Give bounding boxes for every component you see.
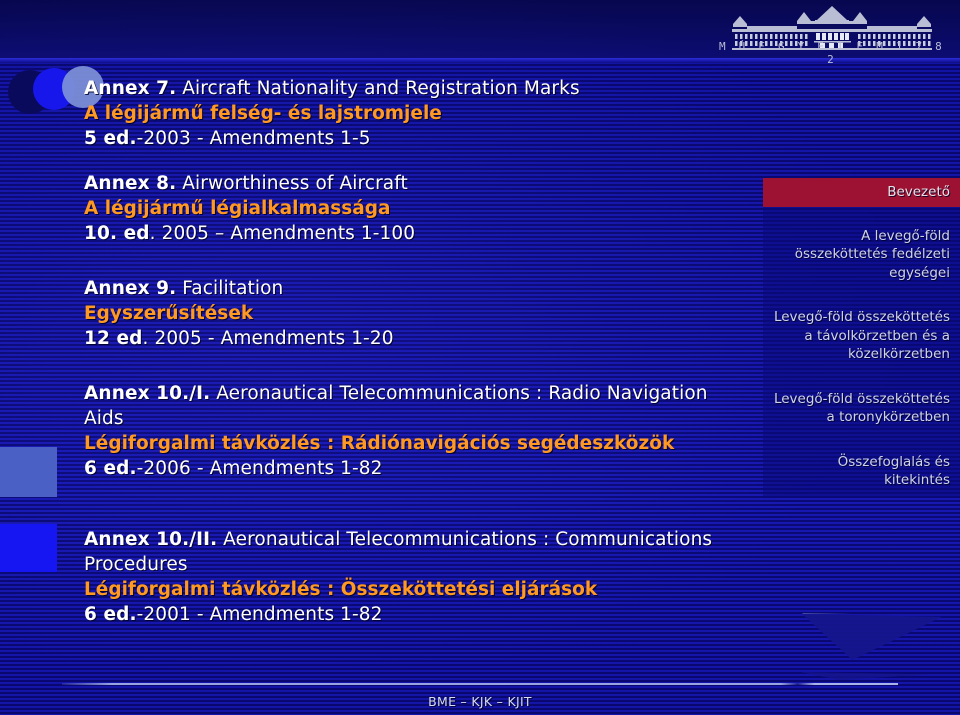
annex-10-I-edition: 6 ed.-2006 - Amendments 1-82 — [84, 456, 714, 481]
annex-9-number: Annex 9. — [84, 278, 177, 299]
annex-8-edition: 10. ed. 2005 – Amendments 1-100 — [84, 221, 714, 246]
sidebar-item-osszefoglalas-kitekintes[interactable]: Összefoglalás és kitekintés — [763, 449, 960, 494]
annex-10-I-english: Annex 10./I. Aeronautical Telecommunicat… — [84, 381, 714, 431]
annex-7-edition-number: 5 ed. — [84, 128, 137, 149]
annex-10-II-edition-detail: -2001 - Amendments 1-82 — [136, 604, 383, 625]
logo-wordmark: M Ú E G Y E T E M 1 7 8 2 — [719, 40, 945, 66]
annex-9-edition-detail: . 2005 - Amendments 1-20 — [142, 328, 394, 349]
sidebar-item-toronykorzet[interactable]: Levegő-föld összeköttetés a toronykörzet… — [763, 386, 960, 431]
annex-8-english: Annex 8. Airworthiness of Aircraft — [84, 171, 714, 196]
annex-8-edition-detail: . 2005 – Amendments 1-100 — [149, 223, 416, 244]
annex-10-II-edition-number: 6 ed. — [84, 604, 137, 625]
annex-8-hungarian: A légijármű légialkalmassága — [84, 198, 391, 219]
sidebar-item-fedelzeti-egysegei[interactable]: A levegő-föld összeköttetés fedélzeti eg… — [763, 223, 960, 287]
decor-rectangle-light — [0, 447, 57, 497]
annex-7-title-en: Aircraft Nationality and Registration Ma… — [176, 78, 580, 99]
annex-10-II-edition: 6 ed.-2001 - Amendments 1-82 — [84, 602, 714, 627]
annex-10-I-hungarian: Légiforgalmi távközlés : Rádiónavigációs… — [84, 433, 675, 454]
annex-7-number: Annex 7. — [84, 78, 177, 99]
annex-9-edition: 12 ed. 2005 - Amendments 1-20 — [84, 326, 714, 351]
decor-rectangle-bright — [0, 524, 57, 572]
annex-block-7: Annex 7. Aircraft Nationality and Regist… — [84, 76, 714, 151]
annex-9-edition-number: 12 ed — [84, 328, 143, 349]
annex-10-I-edition-detail: -2006 - Amendments 1-82 — [136, 458, 383, 479]
annex-9-title-en: Facilitation — [176, 278, 284, 299]
annex-7-edition: 5 ed.-2003 - Amendments 1-5 — [84, 126, 714, 151]
annex-block-8: Annex 8. Airworthiness of Aircraft A lég… — [84, 171, 714, 246]
annex-10-II-english: Annex 10./II. Aeronautical Telecommunica… — [84, 527, 714, 577]
annex-8-title-en: Airworthiness of Aircraft — [176, 173, 408, 194]
annex-7-hungarian: A légijármű felség- és lajstromjele — [84, 103, 442, 124]
annex-9-english: Annex 9. Facilitation — [84, 276, 714, 301]
annex-block-9: Annex 9. Facilitation Egyszerűsítések 12… — [84, 276, 714, 351]
annex-10-II-number: Annex 10./II. — [84, 529, 218, 550]
annex-list: Annex 7. Aircraft Nationality and Regist… — [84, 76, 714, 647]
annex-block-10-II: Annex 10./II. Aeronautical Telecommunica… — [84, 527, 714, 627]
annex-7-english: Annex 7. Aircraft Nationality and Regist… — [84, 76, 714, 101]
sidebar-item-tavolkorzet-kozelkorzet[interactable]: Levegő-föld összeköttetés a távolkörzetb… — [763, 304, 960, 368]
annex-10-II-hungarian: Légiforgalmi távközlés : Összeköttetési … — [84, 579, 598, 600]
annex-10-I-edition-number: 6 ed. — [84, 458, 137, 479]
annex-8-edition-number: 10. ed — [84, 223, 150, 244]
annex-7-edition-detail: -2003 - Amendments 1-5 — [136, 128, 371, 149]
annex-block-10-I: Annex 10./I. Aeronautical Telecommunicat… — [84, 381, 714, 481]
agenda-sidebar: Bevezető A levegő-föld összeköttetés fed… — [763, 178, 960, 498]
footer-divider — [62, 683, 898, 685]
footer-label: BME – KJK – KJIT — [428, 694, 532, 709]
sidebar-item-bevezeto[interactable]: Bevezető — [763, 178, 960, 207]
annex-10-I-number: Annex 10./I. — [84, 383, 211, 404]
presentation-slide: M Ú E G Y E T E M 1 7 8 2 Annex 7. Aircr… — [0, 0, 960, 715]
annex-9-hungarian: Egyszerűsítések — [84, 303, 254, 324]
annex-8-number: Annex 8. — [84, 173, 177, 194]
